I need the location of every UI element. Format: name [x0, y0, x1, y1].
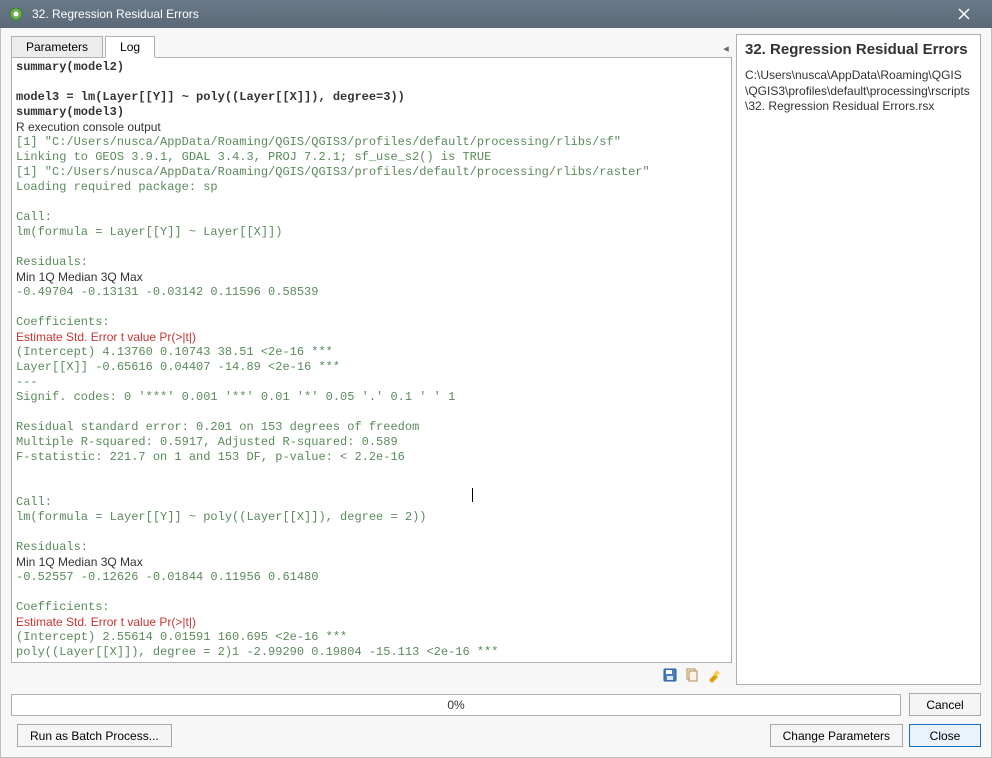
log-line: summary(model3) — [16, 105, 731, 120]
log-line: (Intercept) 4.13760 0.10743 38.51 <2e-16… — [16, 345, 731, 360]
progress-bar: 0% — [11, 694, 901, 716]
log-line: Estimate Std. Error t value Pr(>|t|) — [16, 615, 731, 630]
tab-parameters[interactable]: Parameters — [11, 36, 103, 58]
log-line: summary(model2) — [16, 60, 731, 75]
log-line: Residuals: — [16, 255, 731, 270]
window-title: 32. Regression Residual Errors — [32, 7, 944, 21]
tab-log[interactable]: Log — [105, 36, 155, 58]
progress-percent: 0% — [447, 698, 464, 712]
log-line: Multiple R-squared: 0.5917, Adjusted R-s… — [16, 435, 731, 450]
copy-log-icon[interactable] — [684, 667, 700, 683]
log-line: Signif. codes: 0 '***' 0.001 '**' 0.01 '… — [16, 390, 731, 405]
log-line: Residual standard error: 0.201 on 153 de… — [16, 420, 731, 435]
change-parameters-button[interactable]: Change Parameters — [770, 724, 903, 747]
log-line: -0.52557 -0.12626 -0.01844 0.11956 0.614… — [16, 570, 731, 585]
log-line: poly((Layer[[X]]), degree = 2)1 -2.99290… — [16, 645, 731, 660]
close-button[interactable]: Close — [909, 724, 981, 747]
log-line — [16, 585, 731, 600]
log-line: [1] "C:/Users/nusca/AppData/Roaming/QGIS… — [16, 165, 731, 180]
script-path: C:\Users\nusca\AppData\Roaming\QGIS\QGIS… — [745, 68, 972, 115]
collapse-right-panel-icon[interactable]: ◂ — [720, 38, 732, 58]
clear-log-icon[interactable] — [706, 667, 722, 683]
cancel-button[interactable]: Cancel — [909, 693, 981, 716]
log-line: --- — [16, 375, 731, 390]
log-line — [16, 465, 731, 480]
log-line — [16, 195, 731, 210]
log-line: R execution console output — [16, 120, 731, 135]
log-line: Layer[[X]] -0.65616 0.04407 -14.89 <2e-1… — [16, 360, 731, 375]
log-line — [16, 300, 731, 315]
run-batch-button[interactable]: Run as Batch Process... — [17, 724, 172, 747]
log-line: model3 = lm(Layer[[Y]] ~ poly((Layer[[X]… — [16, 90, 731, 105]
log-line — [16, 405, 731, 420]
save-log-icon[interactable] — [662, 667, 678, 683]
log-line: (Intercept) 2.55614 0.01591 160.695 <2e-… — [16, 630, 731, 645]
log-line: lm(formula = Layer[[Y]] ~ Layer[[X]]) — [16, 225, 731, 240]
log-line: [1] "C:/Users/nusca/AppData/Roaming/QGIS… — [16, 135, 731, 150]
tabs: Parameters Log ◂ — [11, 34, 732, 58]
help-panel: 32. Regression Residual Errors C:\Users\… — [736, 34, 981, 685]
log-line: Coefficients: — [16, 600, 731, 615]
app-icon — [8, 6, 24, 22]
log-line: Call: — [16, 210, 731, 225]
log-line: Residuals: — [16, 540, 731, 555]
log-line: Min 1Q Median 3Q Max — [16, 555, 731, 570]
log-toolbar — [11, 663, 732, 685]
log-line: -0.49704 -0.13131 -0.03142 0.11596 0.585… — [16, 285, 731, 300]
log-line: Call: — [16, 495, 731, 510]
close-window-button[interactable] — [944, 0, 984, 28]
log-line: Estimate Std. Error t value Pr(>|t|) — [16, 330, 731, 345]
help-title: 32. Regression Residual Errors — [745, 41, 972, 58]
log-output[interactable]: summary(model2) model3 = lm(Layer[[Y]] ~… — [11, 57, 732, 663]
titlebar: 32. Regression Residual Errors — [0, 0, 992, 28]
log-line — [16, 525, 731, 540]
log-line: F-statistic: 221.7 on 1 and 153 DF, p-va… — [16, 450, 731, 465]
log-line: lm(formula = Layer[[Y]] ~ poly((Layer[[X… — [16, 510, 731, 525]
log-line: Loading required package: sp — [16, 180, 731, 195]
log-line: Linking to GEOS 3.9.1, GDAL 3.4.3, PROJ … — [16, 150, 731, 165]
log-line — [16, 480, 731, 495]
log-line — [16, 75, 731, 90]
log-line — [16, 240, 731, 255]
log-line: Coefficients: — [16, 315, 731, 330]
log-line: Min 1Q Median 3Q Max — [16, 270, 731, 285]
